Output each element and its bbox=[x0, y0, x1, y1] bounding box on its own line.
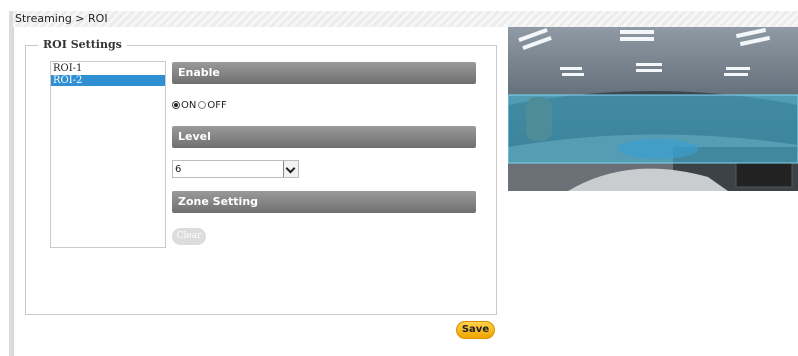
chevron-down-icon[interactable] bbox=[283, 161, 298, 177]
clear-button[interactable]: Clear bbox=[172, 228, 206, 245]
off-label: OFF bbox=[207, 99, 227, 111]
enable-radio-group: ON OFF bbox=[172, 99, 227, 111]
zone-setting-section-header: Zone Setting bbox=[172, 191, 476, 213]
roi-list[interactable]: ROI-1 ROI-2 bbox=[50, 61, 166, 248]
on-label: ON bbox=[181, 99, 197, 111]
camera-preview bbox=[508, 27, 798, 191]
roi-settings-legend: ROI Settings bbox=[38, 38, 127, 51]
level-select-value: 6 bbox=[175, 164, 182, 175]
level-section-header: Level bbox=[172, 126, 476, 148]
level-select[interactable]: 6 bbox=[172, 160, 299, 178]
on-radio[interactable] bbox=[172, 101, 180, 109]
off-radio[interactable] bbox=[198, 101, 207, 109]
header-bar bbox=[13, 11, 798, 27]
save-button[interactable]: Save bbox=[456, 321, 495, 339]
roi-list-item[interactable]: ROI-1 bbox=[51, 63, 165, 74]
roi-list-item-selected[interactable]: ROI-2 bbox=[51, 75, 165, 86]
breadcrumb: Streaming > ROI bbox=[15, 12, 108, 25]
enable-section-header: Enable bbox=[172, 62, 476, 84]
